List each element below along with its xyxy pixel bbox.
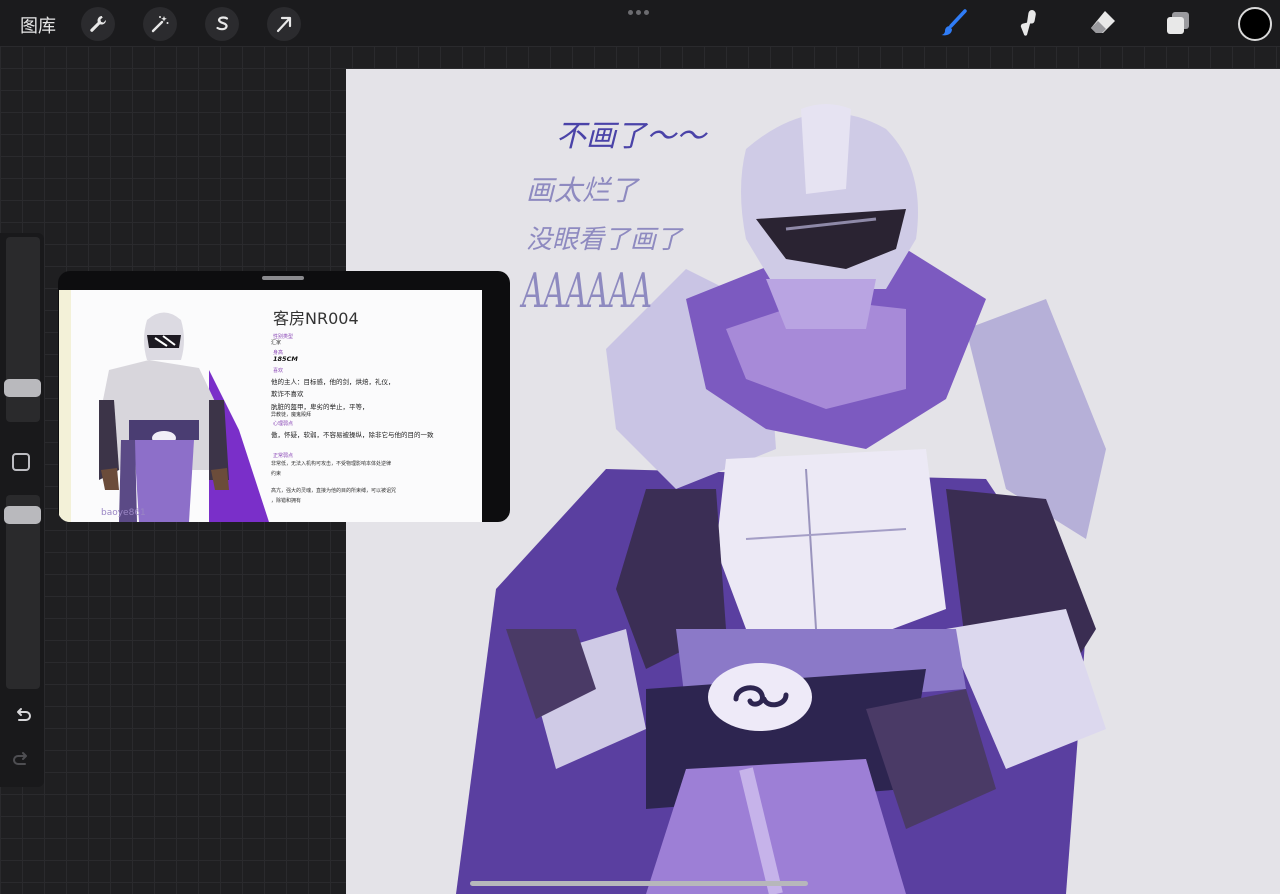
- handwritten-note: 没眼看了画了: [526, 225, 683, 255]
- reference-label: 心理弱点: [273, 421, 294, 427]
- handwritten-note: 画太烂了: [526, 174, 639, 207]
- selection-button[interactable]: [205, 7, 239, 41]
- reference-watermark: baoye861: [101, 508, 146, 518]
- home-indicator[interactable]: [470, 881, 808, 886]
- reference-text: 他的主人：目标感，他的剑，烘焙，礼仪，: [271, 378, 395, 386]
- redo-icon: [13, 752, 27, 765]
- transform-button[interactable]: [267, 7, 301, 41]
- reference-label: 正常弱点: [273, 453, 294, 459]
- brush-size-handle[interactable]: [4, 379, 41, 397]
- smudge-icon: [1020, 10, 1036, 36]
- reference-text: 肮脏的盔甲，卑劣的举止，平等，: [271, 403, 369, 411]
- reference-character-illustration: [59, 290, 269, 522]
- brush-tool[interactable]: [936, 5, 972, 41]
- reference-text: ，除错和拥有: [271, 498, 302, 504]
- brush-icon: [941, 9, 967, 36]
- top-toolbar: 图库: [0, 0, 1280, 46]
- color-picker-button[interactable]: [1238, 7, 1272, 41]
- modify-button[interactable]: [12, 453, 30, 471]
- reference-text: 异教徒，魔鬼殿拜: [271, 412, 312, 418]
- eraser-tool[interactable]: [1085, 5, 1121, 41]
- left-sidebar: [0, 233, 44, 787]
- reference-label: 喜欢: [273, 368, 284, 374]
- handwritten-note: AAAAAA: [522, 264, 652, 320]
- layers-tool[interactable]: [1160, 5, 1196, 41]
- reference-drag-handle[interactable]: [262, 276, 304, 280]
- opacity-handle[interactable]: [4, 506, 41, 524]
- reference-title: 客房NR004: [273, 309, 359, 328]
- reference-height-value: 185CM: [273, 355, 298, 363]
- layers-icon: [1167, 12, 1189, 34]
- reference-text: 约束: [271, 471, 282, 477]
- reference-text: 傲，怀疑，软弱，不容易被操纵，除非它与他的目的一致: [271, 431, 434, 439]
- wrench-icon: [90, 16, 107, 32]
- gallery-button[interactable]: 图库: [20, 12, 56, 38]
- reference-window[interactable]: 客房NR004 性别类型 汇家 身高 185CM 喜欢 他的主人：目标感，他的剑…: [58, 271, 510, 522]
- magic-wand-icon: [151, 16, 169, 33]
- reference-text: 高亢，强大的灵魂，直接为他的目的所束缚，可以被诅咒: [271, 488, 397, 494]
- undo-button[interactable]: [9, 703, 35, 729]
- handwritten-note: 不画了～～: [556, 119, 706, 154]
- eraser-icon: [1091, 11, 1115, 33]
- reference-value: 汇家: [271, 340, 282, 346]
- adjustments-button[interactable]: [143, 7, 177, 41]
- reference-image: 客房NR004 性别类型 汇家 身高 185CM 喜欢 他的主人：目标感，他的剑…: [59, 290, 482, 522]
- transform-arrow-icon: [276, 16, 292, 33]
- selection-s-icon: [216, 16, 229, 31]
- reference-text: 欺诈不喜欢: [271, 390, 304, 398]
- redo-button[interactable]: [9, 747, 35, 773]
- smudge-tool[interactable]: [1010, 5, 1046, 41]
- actions-button[interactable]: [81, 7, 115, 41]
- more-dots-handle[interactable]: [628, 10, 654, 16]
- reference-text: 非常低，无法入机构可攻击，不受物理影响本体处逆律: [271, 461, 392, 467]
- undo-icon: [17, 708, 31, 721]
- opacity-slider[interactable]: [6, 495, 40, 689]
